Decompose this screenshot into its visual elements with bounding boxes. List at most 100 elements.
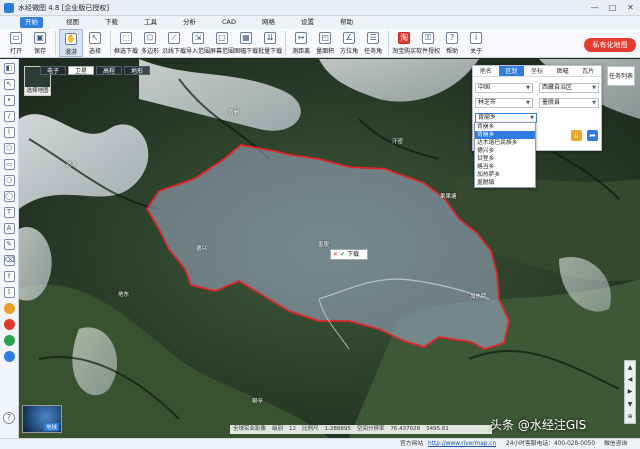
import-extent-button[interactable]: ⇲ 导入范围 [186, 29, 210, 57]
map-place-label: 帮辛 [252, 399, 264, 405]
green-dot-icon[interactable] [3, 335, 15, 346]
text-icon[interactable]: T [3, 207, 15, 218]
line-download-button[interactable]: ⟋ 沿线下载 [162, 29, 186, 57]
share-icon[interactable]: ➦ [587, 130, 598, 141]
watermark-text: 头条 @水经注GIS [490, 418, 587, 432]
window-title: 水经微图 4.8 [企业版已授权] [18, 3, 110, 12]
county-select[interactable]: 墨脱县 ▼ [539, 98, 599, 108]
cancel-x-icon[interactable]: ✕ [333, 250, 338, 259]
about-icon: i [470, 32, 483, 44]
measure-area-button[interactable]: ◰ 量面积 [313, 29, 337, 57]
menu-grid[interactable]: 网格 [259, 17, 278, 28]
batch-download-button[interactable]: ⇊ 批量下载 [258, 29, 282, 57]
orange-dot-icon[interactable] [3, 303, 15, 314]
delete-icon[interactable]: ⌫ [3, 255, 15, 266]
city-select[interactable]: 林芝市 ▼ [475, 98, 533, 108]
site-link[interactable]: http://www.rivermap.cn [428, 439, 496, 449]
toolbar-divider [285, 31, 287, 55]
pan-up-icon[interactable]: ▲ [628, 364, 633, 371]
help-button[interactable]: ? 帮助 [440, 29, 464, 57]
download-popup-label[interactable]: 下载 [347, 250, 359, 259]
import-icon[interactable]: ⇪ [3, 271, 15, 282]
draw-polyline-icon[interactable]: ⌇ [3, 127, 15, 138]
map-type-terrain[interactable]: 地形 [124, 66, 150, 75]
save-button[interactable]: ▣ 保存 [28, 29, 52, 57]
tab-admin-division[interactable]: 区划 [498, 66, 525, 76]
map-type-satellite[interactable]: 卫星 [68, 66, 94, 75]
download-icon[interactable]: ⇩ [571, 130, 582, 141]
pan-down-icon[interactable]: ▼ [628, 401, 633, 408]
task-list-button[interactable]: 任务列表 [607, 66, 635, 86]
blue-dot-icon[interactable] [3, 351, 15, 362]
dropdown-option-selected[interactable]: 背崩乡 [475, 131, 535, 139]
menu-settings[interactable]: 设置 [298, 17, 317, 28]
minimize-button[interactable]: — [589, 2, 600, 13]
box-select-download-button[interactable]: ⬚ 框选下载 [114, 29, 138, 57]
open-button[interactable]: ▭ 打开 [4, 29, 28, 57]
sheet-download-button[interactable]: ▦ 图幅下载 [234, 29, 258, 57]
dropdown-option[interactable]: 加热萨乡 [475, 171, 535, 179]
tab-coordinates[interactable]: 坐标 [524, 66, 550, 76]
menu-help[interactable]: 帮助 [337, 17, 356, 28]
measure-distance-button[interactable]: ↔ 测距离 [289, 29, 313, 57]
draw-line-icon[interactable]: ∕ [3, 111, 15, 122]
close-button[interactable]: ✕ [625, 2, 636, 13]
about-button[interactable]: i 关于 [464, 29, 488, 57]
draw-ellipse-icon[interactable]: ◯ [3, 191, 15, 202]
pan-button[interactable]: ✋ 漫游 [59, 29, 83, 57]
title-bar: 水经微图 4.8 [企业版已授权] — □ ✕ [0, 0, 640, 16]
dropdown-option[interactable]: 德兴乡 [475, 147, 535, 155]
pan-right-icon[interactable]: ▶ [628, 388, 633, 395]
map-type-elevation[interactable]: 高程 [96, 66, 122, 75]
tab-place-name[interactable]: 地名 [473, 66, 499, 76]
dropdown-option[interactable]: 格当乡 [475, 163, 535, 171]
draw-circle-icon[interactable]: ○ [3, 175, 15, 186]
pointer-icon[interactable]: ↖ [3, 79, 15, 90]
draw-rectangle-icon[interactable]: ▭ [3, 159, 15, 170]
dropdown-option[interactable]: 墨脱镇 [475, 179, 535, 187]
wechat-consult-link[interactable]: 微信咨询 [604, 439, 627, 449]
select-button[interactable]: ↖ 选择 [83, 29, 107, 57]
dropdown-option[interactable]: 甘登乡 [475, 155, 535, 163]
red-dot-icon[interactable] [3, 319, 15, 330]
menu-analysis[interactable]: 分析 [180, 17, 199, 28]
maximize-button[interactable]: □ [607, 2, 618, 13]
azimuth-button[interactable]: ∠ 方位角 [337, 29, 361, 57]
polygon-button[interactable]: ⬠ 多边形 [138, 29, 162, 57]
label-icon[interactable]: A [3, 223, 15, 234]
edit-icon[interactable]: ✎ [3, 239, 15, 250]
country-select[interactable]: 中国 ▼ [475, 83, 533, 93]
confirm-check-icon[interactable]: ✔ [340, 250, 345, 259]
tab-map-sheet[interactable]: 图幅 [550, 66, 576, 76]
map-type-electronic[interactable]: 电子 [40, 66, 66, 75]
screen-extent-button[interactable]: ▢ 屏幕范围 [210, 29, 234, 57]
globe-overview[interactable]: 地球 [22, 405, 62, 433]
menu-view[interactable]: 视图 [63, 17, 82, 28]
scale-value: 1:288895 [324, 426, 351, 432]
menu-tools[interactable]: 工具 [141, 17, 160, 28]
task-button[interactable]: ☰ 任务角 [361, 29, 385, 57]
license-button[interactable]: ⚿ 软件授权 [416, 29, 440, 57]
dropdown-option[interactable]: 背崩乡 [475, 123, 535, 131]
dropdown-option[interactable]: 达木珞巴民族乡 [475, 139, 535, 147]
private-map-button[interactable]: 私有化地图 [584, 38, 636, 52]
toolbar-divider [388, 31, 390, 55]
layer-icon[interactable]: ◧ [3, 63, 15, 74]
menu-cad[interactable]: CAD [219, 17, 239, 28]
taobao-buy-button[interactable]: 淘淘宝购买 [392, 29, 416, 57]
menu-bar: 开始 视图 下载 工具 分析 CAD 网格 设置 帮助 [0, 16, 640, 29]
pan-left-icon[interactable]: ◀ [628, 376, 633, 383]
zoom-icon[interactable]: ⊕ [627, 413, 632, 420]
menu-start[interactable]: 开始 [20, 17, 43, 28]
draw-polygon-icon[interactable]: ⬠ [3, 143, 15, 154]
help-circle-icon[interactable]: ? [3, 412, 15, 424]
scale-label: 比例尺 [302, 426, 319, 432]
mark-point-icon[interactable]: • [3, 95, 15, 106]
hand-pan-icon: ✋ [65, 33, 77, 45]
export-icon[interactable]: ⇩ [3, 287, 15, 298]
screen-extent-icon: ▢ [216, 32, 229, 44]
province-select[interactable]: 西藏自治区 ▼ [539, 83, 599, 93]
chevron-down-icon: ▼ [592, 85, 596, 91]
menu-download[interactable]: 下载 [102, 17, 121, 28]
tab-tiles[interactable]: 瓦片 [575, 66, 601, 76]
